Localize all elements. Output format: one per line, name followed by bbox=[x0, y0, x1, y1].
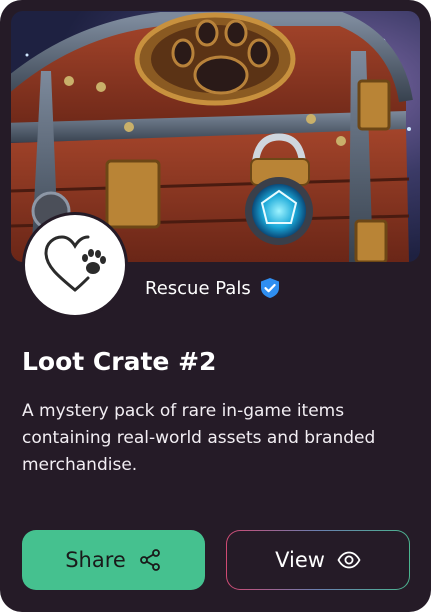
nft-card: Rescue Pals Loot Crate #2 A mystery pack… bbox=[0, 0, 431, 612]
creator-row[interactable]: Rescue Pals bbox=[145, 274, 281, 302]
creator-avatar[interactable] bbox=[22, 212, 128, 318]
item-description: A mystery pack of rare in-game items con… bbox=[22, 401, 376, 475]
share-icon bbox=[138, 548, 162, 572]
heart-paw-logo bbox=[44, 235, 106, 292]
eye-icon bbox=[337, 548, 361, 572]
creator-name: Rescue Pals bbox=[145, 277, 251, 299]
share-button[interactable]: Share bbox=[22, 530, 205, 590]
view-label: View bbox=[275, 548, 325, 572]
view-button[interactable]: View bbox=[226, 530, 410, 590]
share-label: Share bbox=[65, 548, 126, 572]
item-title: Loot Crate #2 bbox=[22, 347, 217, 376]
verified-badge-icon bbox=[259, 277, 281, 299]
